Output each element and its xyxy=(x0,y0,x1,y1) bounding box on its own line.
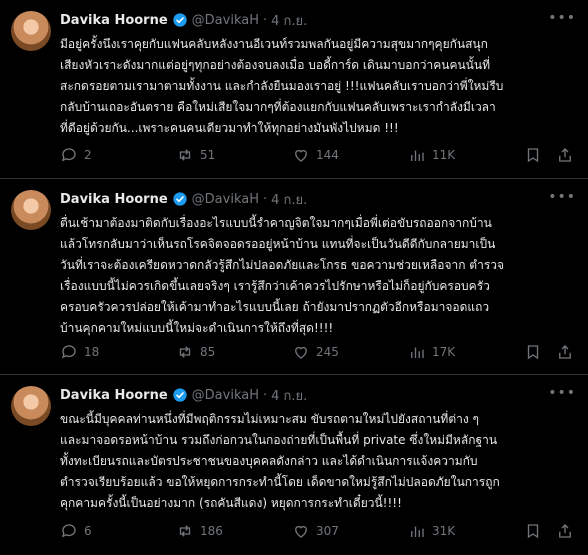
tweet-date[interactable]: 4 ก.ย. xyxy=(271,189,307,210)
tweet[interactable]: Davika Hoorne @DavikaH · 4 ก.ย. ••• ขณะน… xyxy=(0,375,588,555)
separator: · xyxy=(263,12,268,28)
reply-icon xyxy=(61,345,76,359)
tweet-text: ขณะนี้มีบุคคลท่านหนึ่งที่มีพฤติกรรมไม่เห… xyxy=(60,412,500,510)
secondary-actions xyxy=(524,146,574,164)
author-handle[interactable]: @DavikaH xyxy=(192,192,259,207)
views-button[interactable]: 17K xyxy=(408,343,468,361)
avatar[interactable] xyxy=(11,11,51,51)
repost-count: 85 xyxy=(200,345,216,359)
bookmark-icon[interactable] xyxy=(524,522,542,540)
avatar[interactable] xyxy=(11,190,51,230)
reply-icon xyxy=(61,524,76,538)
views-icon xyxy=(411,526,424,537)
views-button[interactable]: 31K xyxy=(408,522,468,540)
tweet-actions: 18 85 245 17K xyxy=(60,343,574,361)
reply-button[interactable]: 2 xyxy=(60,146,120,164)
like-count: 245 xyxy=(316,345,339,359)
separator: · xyxy=(263,387,268,403)
like-icon xyxy=(295,525,307,538)
reply-count: 18 xyxy=(84,345,100,359)
verified-badge-icon xyxy=(173,388,187,402)
repost-count: 51 xyxy=(200,148,216,162)
views-count: 11K xyxy=(432,148,456,162)
tweet-text: ตื่นเช้ามาต้องมาติดกับเรื่องอะไรแบบนี้รำ… xyxy=(60,216,505,335)
views-count: 31K xyxy=(432,524,456,538)
reply-button[interactable]: 18 xyxy=(60,343,120,361)
tweet[interactable]: Davika Hoorne @DavikaH · 4 ก.ย. ••• มีอย… xyxy=(0,0,588,179)
views-icon xyxy=(411,150,424,161)
share-icon[interactable] xyxy=(556,146,574,164)
bookmark-icon[interactable] xyxy=(524,343,542,361)
separator: · xyxy=(263,191,268,207)
views-icon xyxy=(411,347,424,358)
like-icon xyxy=(295,346,307,359)
repost-button[interactable]: 51 xyxy=(176,146,236,164)
repost-button[interactable]: 186 xyxy=(176,522,236,540)
share-icon[interactable] xyxy=(556,343,574,361)
author-name[interactable]: Davika Hoorne xyxy=(60,13,168,28)
verified-badge-icon xyxy=(173,192,187,206)
author-name[interactable]: Davika Hoorne xyxy=(60,388,168,403)
repost-icon xyxy=(179,149,191,161)
tweet-text: มีอยู่ครั้งนึงเราคุยกับแฟนคลับหลังงานอีเ… xyxy=(60,37,504,135)
more-icon[interactable]: ••• xyxy=(548,189,576,205)
like-count: 144 xyxy=(316,148,339,162)
avatar[interactable] xyxy=(11,386,51,426)
repost-icon xyxy=(179,346,191,358)
repost-button[interactable]: 85 xyxy=(176,343,236,361)
tweet-header: Davika Hoorne @DavikaH · 4 ก.ย. xyxy=(60,385,574,405)
tweet-actions: 2 51 144 11K xyxy=(60,146,574,164)
secondary-actions xyxy=(524,522,574,540)
tweet-header: Davika Hoorne @DavikaH · 4 ก.ย. xyxy=(60,189,574,209)
reply-button[interactable]: 6 xyxy=(60,522,120,540)
author-handle[interactable]: @DavikaH xyxy=(192,13,259,28)
more-icon[interactable]: ••• xyxy=(548,385,576,401)
bookmark-icon[interactable] xyxy=(524,146,542,164)
secondary-actions xyxy=(524,343,574,361)
like-button[interactable]: 144 xyxy=(292,146,352,164)
reply-count: 6 xyxy=(84,524,92,538)
author-handle[interactable]: @DavikaH xyxy=(192,388,259,403)
verified-badge-icon xyxy=(173,13,187,27)
tweet-actions: 6 186 307 31K xyxy=(60,522,574,540)
reply-icon xyxy=(61,148,76,162)
views-count: 17K xyxy=(432,345,456,359)
share-icon[interactable] xyxy=(556,522,574,540)
tweet-feed: Davika Hoorne @DavikaH · 4 ก.ย. ••• มีอย… xyxy=(0,0,588,555)
reply-count: 2 xyxy=(84,148,92,162)
like-count: 307 xyxy=(316,524,339,538)
like-button[interactable]: 307 xyxy=(292,522,352,540)
repost-icon xyxy=(179,525,191,537)
views-button[interactable]: 11K xyxy=(408,146,468,164)
like-icon xyxy=(295,149,307,162)
like-button[interactable]: 245 xyxy=(292,343,352,361)
tweet-header: Davika Hoorne @DavikaH · 4 ก.ย. xyxy=(60,10,574,30)
tweet-date[interactable]: 4 ก.ย. xyxy=(271,385,307,406)
author-name[interactable]: Davika Hoorne xyxy=(60,192,168,207)
more-icon[interactable]: ••• xyxy=(548,10,576,26)
tweet[interactable]: Davika Hoorne @DavikaH · 4 ก.ย. ••• ตื่น… xyxy=(0,179,588,375)
repost-count: 186 xyxy=(200,524,223,538)
tweet-date[interactable]: 4 ก.ย. xyxy=(271,10,307,31)
